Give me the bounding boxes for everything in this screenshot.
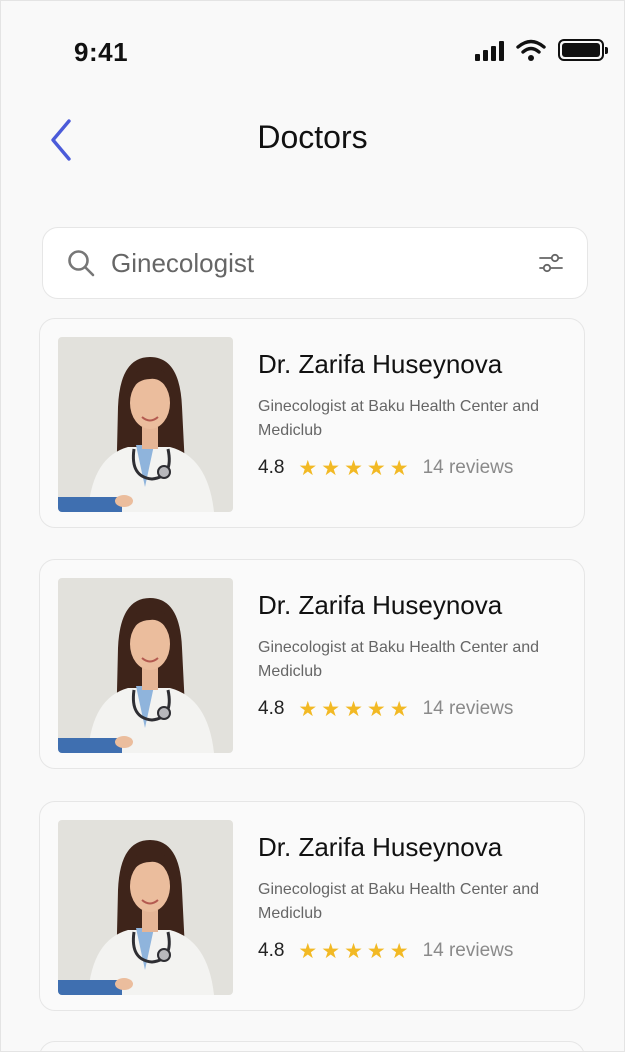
star-icon: ★ <box>389 939 409 963</box>
rating-row: 4.8 ★ ★ ★ ★ ★ 14 reviews <box>258 457 513 479</box>
search-icon <box>67 248 97 278</box>
doctor-description: Ginecologist at Baku Health Center and M… <box>258 398 540 439</box>
star-icon: ★ <box>321 456 341 480</box>
status-time: 9:41 <box>74 37 129 67</box>
star-icon: ★ <box>344 697 363 721</box>
doctor-photo <box>58 820 233 995</box>
doctor-card[interactable]: Dr. Zarifa Huseynova Ginecologist at Bak… <box>39 559 585 769</box>
star-icon: ★ <box>344 939 363 963</box>
doctor-description: Ginecologist at Baku Health Center and M… <box>258 881 540 922</box>
doctor-name: Dr. Zarifa Huseynova <box>258 349 503 379</box>
star-rating: ★ ★ ★ ★ ★ <box>298 458 408 479</box>
doctor-name: Dr. Zarifa Huseynova <box>258 590 503 620</box>
signal-icon <box>475 39 504 61</box>
star-icon: ★ <box>344 456 363 480</box>
doctor-card[interactable]: Dr. Zarifa Huseynova Ginecologist at Bak… <box>39 801 585 1011</box>
filter-icon[interactable] <box>537 249 565 277</box>
star-icon: ★ <box>321 939 341 963</box>
star-icon: ★ <box>366 939 386 963</box>
rating-row: 4.8 ★ ★ ★ ★ ★ 14 reviews <box>258 940 513 962</box>
doctors-screen: 9:41 Doctors Ginecologist Dr. Zarifa Hus… <box>0 0 625 1052</box>
search-input[interactable] <box>111 247 537 279</box>
doctor-name: Dr. Zarifa Huseynova <box>258 832 503 862</box>
reviews-count: 14 reviews <box>422 940 514 961</box>
rating-value: 4.8 <box>258 457 285 478</box>
star-rating: ★ ★ ★ ★ ★ <box>298 699 408 720</box>
star-icon: ★ <box>298 939 318 963</box>
reviews-count: 14 reviews <box>422 698 514 719</box>
star-rating: ★ ★ ★ ★ ★ <box>298 941 408 962</box>
rating-row: 4.8 ★ ★ ★ ★ ★ 14 reviews <box>258 698 513 720</box>
page-title: Doctors <box>257 119 368 155</box>
doctor-card[interactable] <box>39 1041 585 1051</box>
doctor-description: Ginecologist at Baku Health Center and M… <box>258 639 540 680</box>
doctor-card[interactable]: Dr. Zarifa Huseynova Ginecologist at Bak… <box>39 318 585 528</box>
star-icon: ★ <box>298 456 318 480</box>
reviews-count: 14 reviews <box>422 457 514 478</box>
star-icon: ★ <box>366 697 386 721</box>
star-icon: ★ <box>389 697 409 721</box>
star-icon: ★ <box>389 456 409 480</box>
star-icon: ★ <box>366 456 386 480</box>
search-bar[interactable] <box>42 227 588 299</box>
doctor-photo <box>58 578 233 753</box>
doctor-photo <box>58 337 233 512</box>
rating-value: 4.8 <box>258 940 285 961</box>
rating-value: 4.8 <box>258 698 285 719</box>
star-icon: ★ <box>321 697 341 721</box>
status-icons <box>475 39 608 61</box>
wifi-icon <box>516 39 546 61</box>
star-icon: ★ <box>298 697 318 721</box>
battery-icon <box>558 39 608 61</box>
